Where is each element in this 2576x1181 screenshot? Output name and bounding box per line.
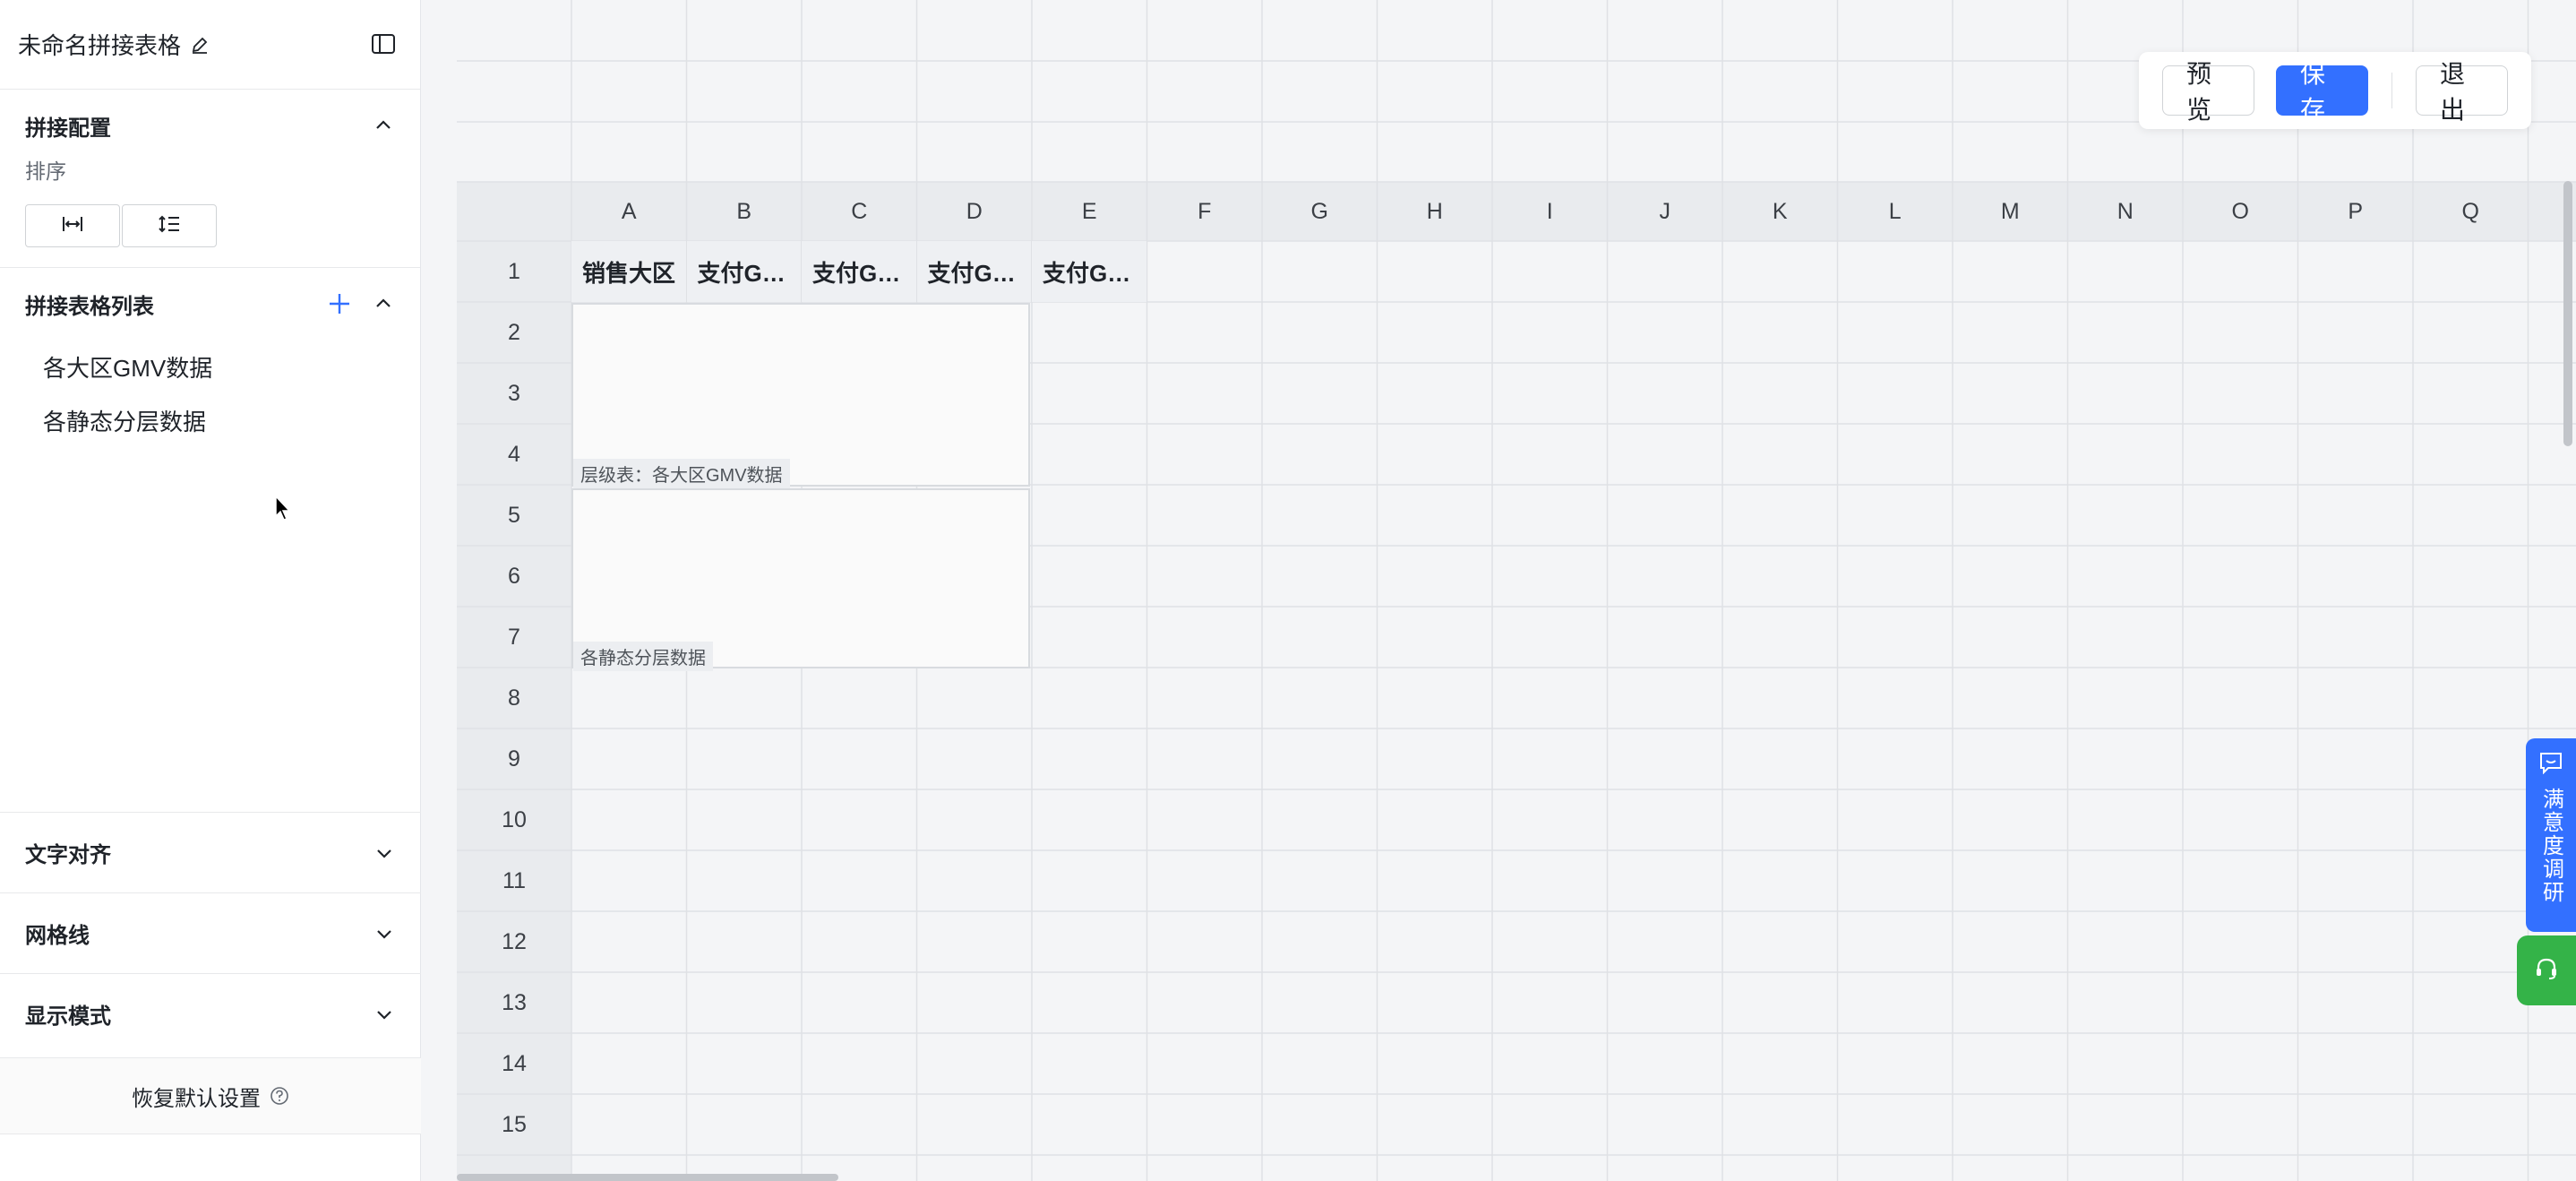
header-cell[interactable]: 支付G… [916,241,1032,302]
column-header[interactable]: F [1147,182,1263,241]
column-header[interactable]: D [917,182,1033,241]
column-header[interactable]: M [1953,182,2068,241]
table-list-item[interactable]: 各大区GMV数据 [25,340,395,393]
toolbar-divider [2391,73,2392,108]
chevron-up-icon[interactable] [372,292,395,315]
row-header[interactable]: 2 [457,302,571,363]
help-icon[interactable] [270,1086,289,1106]
add-table-icon[interactable] [327,291,352,316]
line-spacing-icon [158,214,181,238]
sort-label: 排序 [25,159,66,183]
column-header[interactable]: I [1492,182,1608,241]
edit-icon[interactable] [190,34,211,56]
vertical-sort-button[interactable] [122,204,217,247]
row-header[interactable]: 4 [457,424,571,485]
support-button[interactable] [2517,935,2576,1005]
row-header[interactable]: 13 [457,972,571,1033]
sidebar-toggle-icon[interactable] [370,30,397,57]
chevron-down-icon[interactable] [373,841,396,865]
row-header[interactable]: 11 [457,850,571,911]
config-section: 拼接配置 排序 [0,90,420,268]
top-toolbar: 预览 保存 退出 [2139,52,2531,129]
column-header[interactable]: N [2068,182,2184,241]
column-header[interactable]: L [1838,182,1953,241]
header-cell[interactable]: 支付G… [686,241,802,302]
row-header[interactable]: 14 [457,1033,571,1094]
row-header[interactable]: 9 [457,728,571,789]
headset-icon [2533,955,2560,987]
sidebar: 未命名拼接表格 拼接配置 排序 拼接表格列表 各大区GMV数据 各静态分层数据 … [0,0,421,1181]
display-mode-section[interactable]: 显示模式 [0,973,421,1054]
row-header[interactable]: 10 [457,789,571,850]
header-cell[interactable]: 销售大区 [571,241,687,302]
display-mode-title: 显示模式 [25,1004,111,1029]
column-header[interactable]: E [1032,182,1147,241]
table-block-label: 层级表：各大区GMV数据 [573,459,790,488]
mouse-cursor-icon [274,495,292,522]
gridlines-title: 网格线 [25,924,90,948]
row-header[interactable]: 1 [457,241,571,302]
restore-defaults-button[interactable]: 恢复默认设置 [0,1057,421,1134]
row-header[interactable]: 6 [457,546,571,607]
horizontal-arrows-icon [61,214,84,238]
sidebar-header: 未命名拼接表格 [0,0,420,90]
feedback-icon [2538,751,2563,779]
column-header[interactable]: J [1608,182,1723,241]
table-list-section: 拼接表格列表 各大区GMV数据 各静态分层数据 [0,268,420,447]
column-header[interactable]: B [687,182,803,241]
document-title[interactable]: 未命名拼接表格 [18,28,181,61]
row-header[interactable]: 8 [457,668,571,728]
chevron-up-icon[interactable] [372,114,395,137]
column-header[interactable]: Q [2413,182,2529,241]
row-header[interactable]: 12 [457,911,571,972]
row-header[interactable]: 5 [457,485,571,546]
vertical-scrollbar[interactable] [2563,181,2572,446]
chevron-down-icon[interactable] [373,922,396,945]
horizontal-sort-button[interactable] [25,204,120,247]
column-header[interactable]: O [2183,182,2298,241]
column-header[interactable]: K [1722,182,1838,241]
table-block-label: 各静态分层数据 [573,642,713,671]
column-header[interactable]: P [2298,182,2414,241]
text-align-section[interactable]: 文字对齐 [0,812,421,892]
row-header[interactable]: 7 [457,607,571,668]
header-cell[interactable]: 支付G… [1032,241,1147,302]
horizontal-scrollbar[interactable] [457,1174,838,1181]
table-list-title: 拼接表格列表 [25,294,154,319]
survey-button[interactable]: 满意度调研 [2526,738,2576,932]
header-cell[interactable]: 支付G… [802,241,917,302]
column-header[interactable]: A [571,182,687,241]
table-list-item[interactable]: 各静态分层数据 [25,393,395,447]
text-align-title: 文字对齐 [25,843,111,867]
column-header[interactable]: G [1262,182,1378,241]
gridlines-section[interactable]: 网格线 [0,892,421,973]
column-header[interactable]: C [802,182,917,241]
column-header[interactable]: H [1378,182,1493,241]
exit-button[interactable]: 退出 [2415,60,2509,124]
chevron-down-icon[interactable] [373,1003,396,1026]
row-header[interactable]: 3 [457,363,571,424]
restore-defaults-label: 恢复默认设置 [132,1086,261,1111]
survey-label: 满意度调研 [2538,788,2563,904]
config-section-title: 拼接配置 [25,116,111,141]
row-header[interactable]: 15 [457,1094,571,1155]
preview-button[interactable]: 预览 [2162,60,2255,124]
save-button[interactable]: 保存 [2276,60,2369,124]
spreadsheet-area[interactable]: ABCDEFGHIJKLMNOPQ 1 2 3 4 5 6 7 8 9 10 11 12 13 14 15 … [457,0,2576,1181]
